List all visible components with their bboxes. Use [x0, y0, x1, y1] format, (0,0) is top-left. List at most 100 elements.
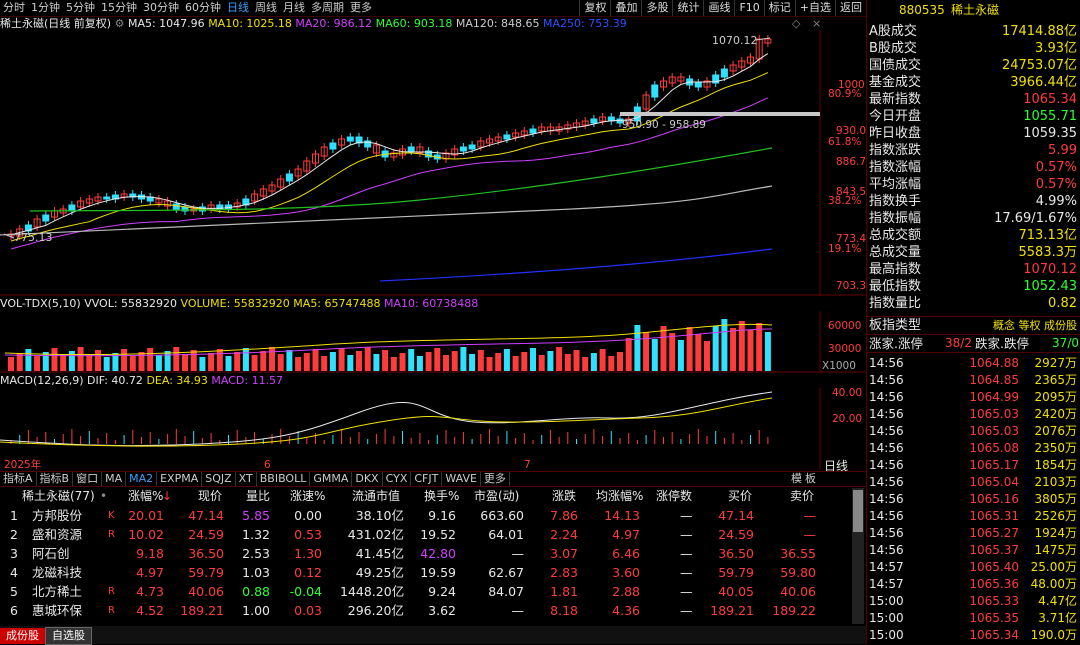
- stats-button[interactable]: 统计: [672, 0, 703, 16]
- limit-up-count: —: [680, 565, 693, 580]
- period-tab[interactable]: 周线: [252, 0, 280, 16]
- tab-indicator-b[interactable]: 指标B: [37, 472, 74, 486]
- close-icon[interactable]: ×: [812, 17, 821, 30]
- stat-label: 最高指数: [869, 262, 922, 277]
- volume-bar: [42, 352, 49, 371]
- adjust-button[interactable]: 复权: [579, 0, 610, 16]
- period-tab-more[interactable]: 更多: [347, 0, 375, 16]
- volume-chart[interactable]: 60000 30000 X1000: [0, 311, 866, 373]
- candle: [720, 68, 728, 78]
- stat-row: 指数换手 4.99%: [867, 193, 1080, 210]
- tab-indicator-a[interactable]: 指标A: [0, 472, 37, 486]
- col-header-bid[interactable]: 买价: [728, 487, 752, 505]
- tick-price: 1065.37: [969, 543, 1019, 557]
- avg-change: 2.88: [612, 584, 640, 599]
- tab-watchlist[interactable]: 自选股: [45, 627, 92, 645]
- tab-dkx[interactable]: DKX: [352, 472, 383, 486]
- col-header-ask[interactable]: 卖价: [790, 487, 814, 505]
- template-button-2[interactable]: 板: [802, 472, 819, 486]
- price: 40.06: [188, 584, 224, 599]
- col-header-mcap[interactable]: 流通市值: [352, 487, 400, 505]
- tab-cfjt[interactable]: CFJT: [411, 472, 443, 486]
- kline-chart[interactable]: 950.90 - 958.89 1070.12 775.13 1000 80.9…: [0, 30, 866, 296]
- tab-bbiboll[interactable]: BBIBOLL: [257, 472, 311, 486]
- ma10-value: MA10: 1025.18: [208, 17, 292, 30]
- period-tab[interactable]: 1分钟: [28, 0, 63, 16]
- back-button[interactable]: 返回: [835, 0, 866, 16]
- diamond-icon[interactable]: ◇: [792, 17, 800, 30]
- tab-constituents[interactable]: 成份股: [0, 628, 45, 644]
- period-tab[interactable]: 60分钟: [182, 0, 224, 16]
- volume-bar: [51, 348, 58, 371]
- period-tab[interactable]: 分时: [0, 0, 28, 16]
- tick-row: 15:00 1065.35 3.71亿: [867, 610, 1080, 627]
- table-row[interactable]: 3 阿石创 9.18 36.50 2.53 1.30 41.45亿 42.80 — 3.07 6.4…: [0, 544, 850, 563]
- period-tab[interactable]: 月线: [280, 0, 308, 16]
- table-row[interactable]: 1 方邦股份 K 20.01 47.14 5.85 0.00 38.10亿 9.16 663.60…: [0, 506, 850, 525]
- table-row[interactable]: 2 盛和资源 R 10.02 24.59 1.32 0.53 431.02亿 19.52 64.0…: [0, 525, 850, 544]
- market-cap: 431.02亿: [347, 527, 404, 542]
- mark-button[interactable]: 标记: [763, 0, 795, 16]
- price-band: [620, 112, 820, 116]
- row-index: 2: [10, 527, 18, 542]
- tab-wave[interactable]: WAVE: [442, 472, 481, 486]
- period-tab[interactable]: 多周期: [308, 0, 347, 16]
- col-header-diff[interactable]: 涨跌: [552, 487, 576, 505]
- change-pct: 9.18: [136, 546, 164, 561]
- col-header-pe[interactable]: 市盈(动): [474, 487, 519, 505]
- tab-more[interactable]: 更多: [481, 472, 510, 486]
- col-header-avgchange[interactable]: 均涨幅%: [596, 487, 643, 505]
- tab-cyx[interactable]: CYX: [383, 472, 412, 486]
- macd-indicator-name[interactable]: MACD(12,26,9): [0, 374, 84, 387]
- turnover: 9.16: [428, 508, 456, 523]
- col-header-change[interactable]: 涨幅%: [128, 487, 163, 505]
- tab-xt[interactable]: XT: [236, 472, 257, 486]
- tab-window[interactable]: 窗口: [73, 472, 103, 486]
- stat-label: 国债成交: [869, 58, 922, 73]
- index-info-panel: 880535 稀土永磁 A股成交 17414.88亿 B股成交 3.93亿 国债成交 24…: [866, 0, 1080, 644]
- up-label: 涨家.涨停: [869, 336, 923, 351]
- table-row[interactable]: 5 北方稀土 R 4.73 40.06 0.88 -0.04 1448.20亿 9.24 84.0…: [0, 582, 850, 601]
- col-header-price[interactable]: 现价: [198, 487, 222, 505]
- multi-stock-button[interactable]: 多股: [641, 0, 672, 16]
- stat-label: 平均涨幅: [869, 177, 922, 192]
- col-header-speed[interactable]: 涨速%: [290, 487, 325, 505]
- tab-expma[interactable]: EXPMA: [157, 472, 203, 486]
- stat-label: 最低指数: [869, 279, 922, 294]
- settings-icon[interactable]: ⚙: [115, 17, 125, 30]
- tick-price: 1065.08: [969, 441, 1019, 455]
- col-header-limitup[interactable]: 涨停数: [656, 487, 692, 505]
- col-header-name[interactable]: 稀土永磁(77): [22, 487, 95, 505]
- tab-sqjz[interactable]: SQJZ: [202, 472, 236, 486]
- period-tab-daily[interactable]: 日线: [224, 0, 252, 16]
- tab-gmma[interactable]: GMMA: [310, 472, 353, 486]
- volume-bar: [60, 355, 67, 371]
- add-watchlist-button[interactable]: +自选: [794, 0, 835, 16]
- vol-indicator-name[interactable]: VOL-TDX(5,10): [0, 297, 81, 310]
- volume-bar: [77, 347, 84, 371]
- overlay-button[interactable]: 叠加: [610, 0, 641, 16]
- macd-chart[interactable]: 40.00 20.00 2025年 6 7: [0, 388, 866, 470]
- volume-bar: [660, 326, 667, 371]
- volume-bar: [634, 325, 641, 371]
- period-tab[interactable]: 30分钟: [140, 0, 182, 16]
- table-scrollbar[interactable]: [852, 488, 864, 624]
- period-tab[interactable]: 5分钟: [63, 0, 98, 16]
- volume-ratio: 0.88: [242, 584, 270, 599]
- price: 36.50: [188, 546, 224, 561]
- table-row[interactable]: 6 惠城环保 R 4.52 189.21 1.00 0.03 296.20亿 3.62 — 8.18…: [0, 601, 850, 620]
- col-header-turnover[interactable]: 换手%: [424, 487, 459, 505]
- tab-ma[interactable]: MA: [102, 472, 127, 486]
- tab-ma2[interactable]: MA2: [126, 472, 158, 486]
- period-tab[interactable]: 15分钟: [98, 0, 140, 16]
- col-header-volratio[interactable]: 量比: [246, 487, 270, 505]
- volume-bar: [208, 353, 215, 371]
- vol-ma10-value: MA10: 60738488: [384, 297, 479, 310]
- draw-line-button[interactable]: 画线: [703, 0, 734, 16]
- stat-row: 指数量比 0.82: [867, 295, 1080, 312]
- scrollbar-thumb[interactable]: [853, 490, 863, 532]
- volume-bar: [216, 349, 223, 371]
- table-row[interactable]: 4 龙磁科技 4.97 59.79 1.03 0.12 49.25亿 19.59 62.67 2.…: [0, 563, 850, 582]
- f10-button[interactable]: F10: [734, 0, 763, 16]
- ma5-value: MA5: 1047.96: [127, 17, 205, 30]
